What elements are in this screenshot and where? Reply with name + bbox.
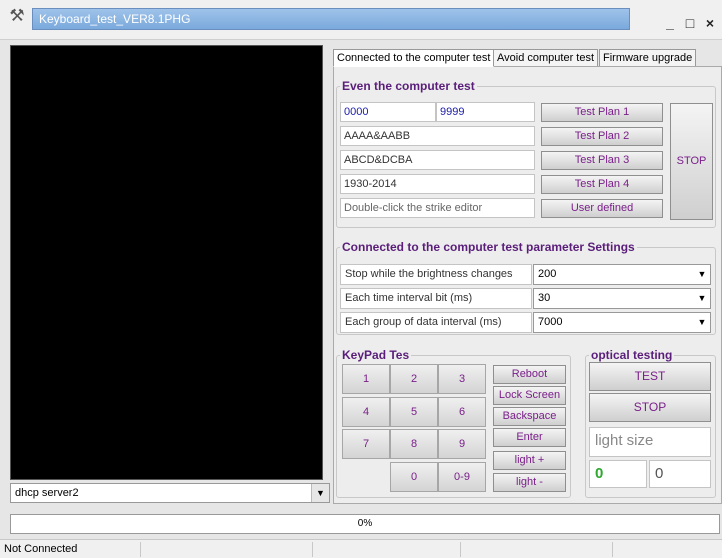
light-plus-button[interactable]: light + — [493, 451, 566, 470]
even-test-title: Even the computer test — [340, 79, 477, 93]
user-defined-button[interactable]: User defined — [541, 199, 663, 218]
test-plan-1-button[interactable]: Test Plan 1 — [541, 103, 663, 122]
status-divider — [140, 542, 141, 557]
param-brightness-label: Stop while the brightness changes — [340, 264, 532, 285]
reboot-button[interactable]: Reboot — [493, 365, 566, 384]
chevron-down-icon[interactable]: ▼ — [695, 290, 709, 307]
tab-connected-test[interactable]: Connected to the computer test — [333, 49, 495, 67]
light-value-right: 0 — [649, 460, 711, 488]
test-plan-3-button[interactable]: Test Plan 3 — [541, 151, 663, 170]
optical-title: optical testing — [589, 348, 675, 362]
pattern-input-3[interactable]: 1930-2014 — [340, 174, 535, 194]
key-2[interactable]: 2 — [390, 364, 438, 394]
key-6[interactable]: 6 — [438, 397, 486, 427]
chevron-down-icon[interactable]: ▼ — [311, 484, 329, 502]
light-size-input[interactable]: light size — [589, 427, 711, 457]
video-preview-panel — [10, 45, 323, 480]
status-divider — [612, 542, 613, 557]
device-select[interactable]: dhcp server2 ▼ — [10, 483, 330, 503]
optical-test-button[interactable]: TEST — [589, 362, 711, 391]
window-title: Keyboard_test_VER8.1PHG — [32, 8, 630, 30]
brightness-select[interactable]: 200 ▼ — [533, 264, 711, 285]
interval-bit-select-value: 30 — [538, 292, 551, 304]
optical-stop-button[interactable]: STOP — [589, 393, 711, 422]
pattern-input-2[interactable]: ABCD&DCBA — [340, 150, 535, 170]
key-3[interactable]: 3 — [438, 364, 486, 394]
key-0[interactable]: 0 — [390, 462, 438, 492]
lock-screen-button[interactable]: Lock Screen — [493, 386, 566, 405]
status-divider — [460, 542, 461, 557]
key-4[interactable]: 4 — [342, 397, 390, 427]
close-button[interactable]: × — [700, 14, 720, 32]
param-group-interval-label: Each group of data interval (ms) — [340, 312, 532, 333]
title-bar: ⚒ Keyboard_test_VER8.1PHG _ □ × — [0, 0, 722, 40]
progress-bar: 0% — [10, 514, 720, 534]
group-interval-select[interactable]: 7000 ▼ — [533, 312, 711, 333]
status-bar: Not Connected — [0, 539, 722, 558]
interval-bit-select[interactable]: 30 ▼ — [533, 288, 711, 309]
range-to-input[interactable]: 9999 — [436, 102, 535, 122]
param-interval-bit-label: Each time interval bit (ms) — [340, 288, 532, 309]
key-7[interactable]: 7 — [342, 429, 390, 459]
range-from-input[interactable]: 0000 — [340, 102, 436, 122]
test-plan-4-button[interactable]: Test Plan 4 — [541, 175, 663, 194]
enter-button[interactable]: Enter — [493, 428, 566, 447]
backspace-button[interactable]: Backspace — [493, 407, 566, 426]
key-5[interactable]: 5 — [390, 397, 438, 427]
pattern-input-1[interactable]: AAAA&AABB — [340, 126, 535, 146]
maximize-button[interactable]: □ — [680, 14, 700, 32]
tab-firmware-upgrade[interactable]: Firmware upgrade — [599, 49, 697, 67]
group-interval-select-value: 7000 — [538, 316, 563, 328]
even-test-stop-button[interactable]: STOP — [670, 103, 713, 220]
status-divider — [312, 542, 313, 557]
chevron-down-icon[interactable]: ▼ — [695, 314, 709, 331]
device-select-value: dhcp server2 — [15, 487, 79, 499]
params-title: Connected to the computer test parameter… — [340, 240, 637, 254]
tools-icon: ⚒ — [9, 6, 25, 25]
key-0-9[interactable]: 0-9 — [438, 462, 486, 492]
strike-editor-input[interactable]: Double-click the strike editor — [340, 198, 535, 218]
tab-avoid-computer-test[interactable]: Avoid computer test — [493, 49, 599, 67]
connection-status: Not Connected — [4, 543, 78, 555]
keypad-title: KeyPad Tes — [340, 348, 412, 362]
key-8[interactable]: 8 — [390, 429, 438, 459]
minimize-button[interactable]: _ — [660, 14, 680, 32]
key-1[interactable]: 1 — [342, 364, 390, 394]
light-value-left: 0 — [589, 460, 647, 488]
progress-label: 0% — [357, 518, 373, 529]
light-minus-button[interactable]: light - — [493, 473, 566, 492]
brightness-select-value: 200 — [538, 268, 557, 280]
chevron-down-icon[interactable]: ▼ — [695, 266, 709, 283]
key-9[interactable]: 9 — [438, 429, 486, 459]
test-plan-2-button[interactable]: Test Plan 2 — [541, 127, 663, 146]
